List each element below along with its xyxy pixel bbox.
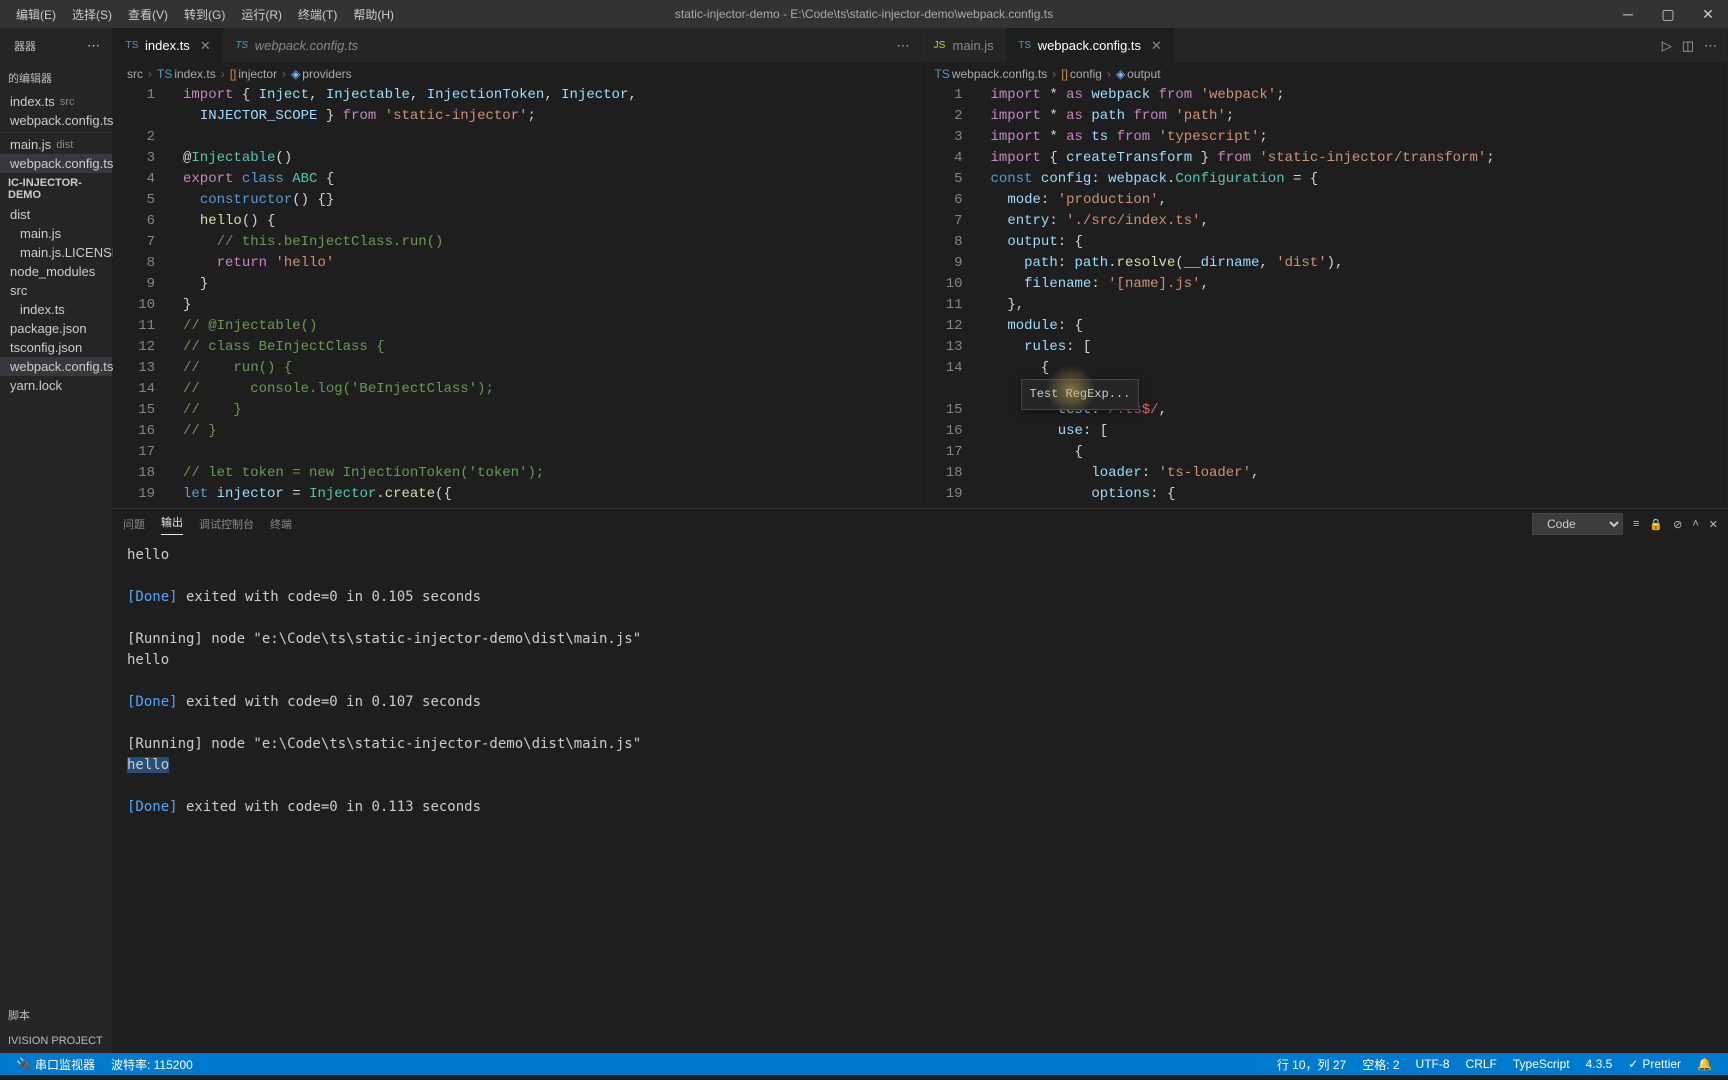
menu-run[interactable]: 运行(R): [233, 6, 290, 23]
close-icon[interactable]: ✕: [1709, 518, 1718, 531]
menu-terminal[interactable]: 终端(T): [290, 6, 345, 23]
folder-dist[interactable]: dist: [0, 205, 112, 224]
variable-icon: []: [1061, 67, 1068, 81]
statusbar: 🔌串口监视器 波特率: 115200 行 10，列 27 空格: 2 UTF-8…: [0, 1053, 1728, 1075]
minimize-button[interactable]: ─: [1608, 0, 1648, 28]
js-icon: JS: [933, 39, 947, 53]
panel-tab-output[interactable]: 输出: [161, 514, 183, 535]
status-ts-version[interactable]: 4.3.5: [1578, 1056, 1621, 1073]
status-baud[interactable]: 波特率: 115200: [103, 1056, 201, 1073]
folder-node-modules[interactable]: node_modules: [0, 262, 112, 281]
status-bell-icon[interactable]: 🔔: [1689, 1056, 1720, 1073]
tab-label: webpack.config.ts: [255, 38, 358, 53]
status-cursor[interactable]: 行 10，列 27: [1269, 1056, 1354, 1073]
sidebar-section-openeditors: 的编辑器: [0, 64, 112, 92]
breadcrumb[interactable]: TS webpack.config.ts› [] config› ◈ outpu…: [921, 63, 1728, 85]
status-encoding[interactable]: UTF-8: [1408, 1056, 1458, 1073]
ts-icon: TS: [157, 67, 172, 81]
status-language[interactable]: TypeScript: [1505, 1056, 1578, 1073]
more-icon[interactable]: ⋯: [897, 38, 910, 54]
sidebar-section-explorer: 器器: [6, 32, 44, 60]
code-editor-left[interactable]: 1234567891011121314151617181920 import {…: [113, 85, 920, 507]
maximize-button[interactable]: ▢: [1648, 0, 1688, 28]
more-icon[interactable]: ⋯: [87, 38, 100, 54]
close-icon[interactable]: ✕: [200, 38, 211, 54]
file-item[interactable]: main.js: [0, 224, 112, 243]
sidebar-bottom-project[interactable]: IVISION PROJECT: [0, 1029, 112, 1053]
panel: 问题 输出 调试控制台 终端 Code ≡ 🔒 ⊘ ˄ ✕ hello [Don…: [113, 508, 1728, 856]
sidebar-bottom-scripts[interactable]: 脚本: [0, 1001, 112, 1029]
tab-main-js[interactable]: JS main.js: [921, 28, 1006, 63]
file-item[interactable]: webpack.config.ts: [0, 357, 112, 376]
tab-webpack-config[interactable]: TS webpack.config.ts: [223, 28, 370, 63]
status-prettier[interactable]: ✓Prettier: [1620, 1056, 1689, 1073]
panel-tab-problems[interactable]: 问题: [123, 516, 145, 532]
open-editor-item[interactable]: webpack.config.ts: [0, 154, 112, 173]
project-label[interactable]: IC-INJECTOR-DEMO: [0, 173, 112, 205]
ts-icon: TS: [1018, 39, 1032, 53]
tab-label: main.js: [953, 38, 994, 53]
breadcrumb[interactable]: src› TS index.ts› [] injector› ◈ provide…: [113, 63, 920, 85]
file-item[interactable]: package.json: [0, 319, 112, 338]
menu-goto[interactable]: 转到(G): [176, 6, 233, 23]
status-spaces[interactable]: 空格: 2: [1354, 1056, 1407, 1073]
tab-index-ts[interactable]: TS index.ts ✕: [113, 28, 223, 63]
menu-help[interactable]: 帮助(H): [345, 6, 402, 23]
open-editor-item[interactable]: index.tssrc: [0, 92, 112, 111]
output-channel-select[interactable]: Code: [1532, 513, 1623, 535]
status-eol[interactable]: CRLF: [1458, 1056, 1505, 1073]
file-item[interactable]: main.js.LICENSE.txt: [0, 243, 112, 262]
file-item[interactable]: yarn.lock: [0, 376, 112, 395]
open-editor-item[interactable]: main.jsdist: [0, 135, 112, 154]
ts-icon: TS: [235, 39, 249, 53]
plug-icon: 🔌: [16, 1057, 31, 1071]
editor-group-right: JS main.js TS webpack.config.ts ✕ ▷ ◫ ⋯: [921, 28, 1728, 507]
output-body[interactable]: hello [Done] exited with code=0 in 0.105…: [113, 539, 1728, 856]
sidebar: 器器 ⋯ 的编辑器 index.tssrc webpack.config.ts …: [0, 28, 113, 1053]
list-icon[interactable]: ≡: [1633, 518, 1639, 530]
property-icon: ◈: [1116, 67, 1125, 81]
clear-icon[interactable]: ⊘: [1673, 518, 1682, 531]
variable-icon: []: [230, 67, 237, 81]
editor-group-left: TS index.ts ✕ TS webpack.config.ts ⋯ src…: [113, 28, 921, 507]
open-editor-item[interactable]: webpack.config.ts: [0, 111, 112, 130]
panel-tab-debug[interactable]: 调试控制台: [199, 516, 254, 532]
more-icon[interactable]: ⋯: [1704, 38, 1717, 54]
check-icon: ✓: [1628, 1057, 1638, 1071]
close-icon[interactable]: ✕: [1151, 38, 1162, 54]
code-editor-right[interactable]: 1234567891011121314151617181920 import *…: [921, 85, 1728, 507]
window-title: static-injector-demo - E:\Code\ts\static…: [675, 7, 1053, 21]
chevron-up-icon[interactable]: ˄: [1692, 518, 1698, 530]
menu-edit[interactable]: 编辑(E): [8, 6, 64, 23]
property-icon: ◈: [291, 67, 300, 81]
file-item[interactable]: index.ts: [0, 300, 112, 319]
tab-webpack-config[interactable]: TS webpack.config.ts ✕: [1006, 28, 1174, 63]
folder-src[interactable]: src: [0, 281, 112, 300]
tab-label: index.ts: [145, 38, 190, 53]
status-serial[interactable]: 🔌串口监视器: [8, 1056, 103, 1073]
ts-icon: TS: [935, 67, 950, 81]
file-item[interactable]: tsconfig.json: [0, 338, 112, 357]
menu-view[interactable]: 查看(V): [120, 6, 176, 23]
menubar: 编辑(E) 选择(S) 查看(V) 转到(G) 运行(R) 终端(T) 帮助(H…: [0, 0, 1728, 28]
run-icon[interactable]: ▷: [1662, 38, 1672, 54]
tab-label: webpack.config.ts: [1038, 38, 1141, 53]
split-icon[interactable]: ◫: [1682, 38, 1694, 54]
codelens-tooltip[interactable]: Test RegExp...: [1021, 379, 1140, 410]
panel-tab-terminal[interactable]: 终端: [270, 516, 292, 532]
ts-icon: TS: [125, 39, 139, 53]
close-button[interactable]: ✕: [1688, 0, 1728, 28]
lock-icon[interactable]: 🔒: [1649, 518, 1663, 531]
menu-select[interactable]: 选择(S): [64, 6, 120, 23]
